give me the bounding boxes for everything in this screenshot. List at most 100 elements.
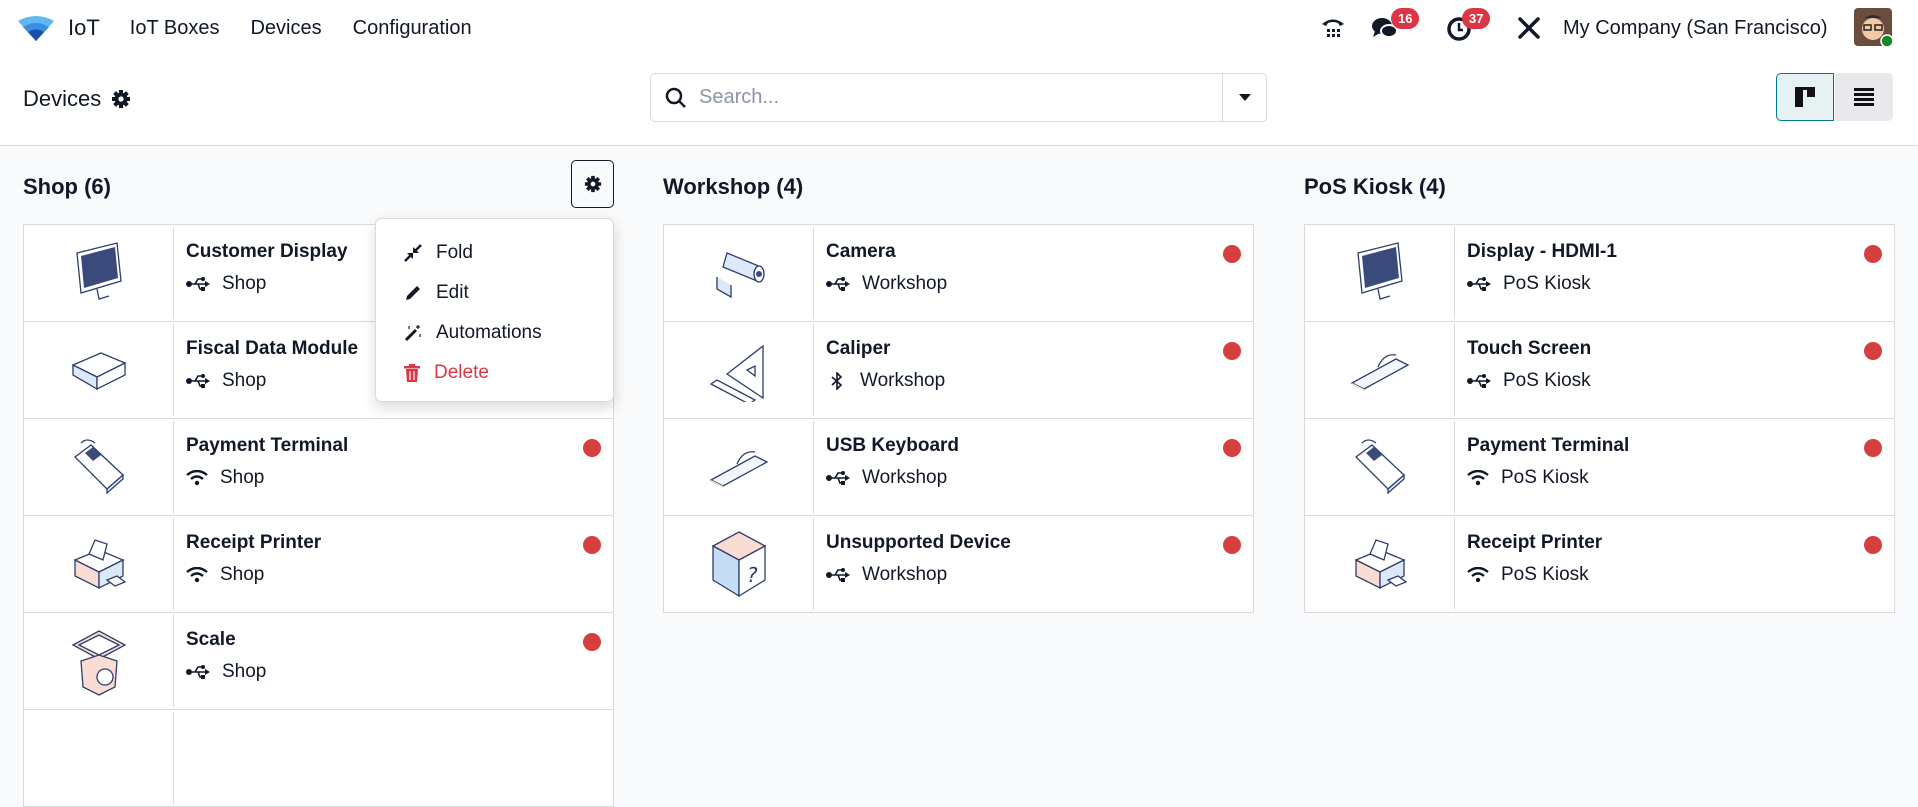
device-location: Workshop (862, 467, 948, 488)
device-location: Workshop (862, 564, 948, 585)
control-panel: Devices (0, 56, 1918, 146)
app-home[interactable]: IoT (18, 15, 130, 41)
usb-icon (1467, 373, 1491, 389)
terminal-device-image (24, 421, 174, 513)
device-name: Customer Display (186, 241, 348, 262)
device-card[interactable]: ? Unsupported Device Workshop (664, 516, 1253, 613)
usb-icon (186, 664, 210, 680)
company-switcher[interactable]: My Company (San Francisco) (1563, 0, 1828, 56)
pencil-icon (406, 286, 420, 300)
unknown-device-image: ? (664, 518, 814, 610)
activities-button[interactable]: 37 (1446, 0, 1506, 56)
search-icon (665, 87, 686, 108)
column-title[interactable]: Workshop (4) (663, 160, 1254, 214)
menu-iot-boxes[interactable]: IoT Boxes (130, 17, 220, 40)
device-location: Shop (222, 273, 267, 294)
svg-text:?: ? (747, 563, 758, 587)
phone-icon (1322, 19, 1344, 37)
dropdown-label: Automations (436, 322, 542, 343)
terminal-device-image (1305, 421, 1455, 513)
device-card[interactable]: Payment Terminal PoS Kiosk (1305, 419, 1894, 516)
device-location: Shop (220, 564, 265, 585)
messages-button[interactable]: 16 (1371, 0, 1431, 56)
device-name: USB Keyboard (826, 435, 960, 456)
status-dot (1223, 245, 1241, 263)
activities-badge: 37 (1462, 8, 1491, 29)
camera-device-image (664, 227, 814, 319)
device-location: Shop (222, 661, 267, 682)
avatar-image (1854, 8, 1894, 48)
device-location: Workshop (860, 370, 946, 391)
device-card[interactable]: Camera Workshop (664, 225, 1253, 322)
usb-icon (186, 373, 210, 389)
device-name: Payment Terminal (186, 435, 349, 456)
user-avatar[interactable] (1854, 0, 1894, 56)
device-location: PoS Kiosk (1501, 564, 1589, 585)
status-dot (583, 633, 601, 651)
device-card[interactable]: Caliper Workshop (664, 322, 1253, 419)
dropdown-label: Delete (434, 362, 489, 383)
device-location: PoS Kiosk (1503, 273, 1591, 294)
menu-configuration[interactable]: Configuration (353, 17, 472, 40)
device-card[interactable]: Receipt Printer PoS Kiosk (1305, 516, 1894, 613)
list-view-button[interactable] (1835, 73, 1893, 121)
device-card[interactable]: Display - HDMI-1 PoS Kiosk (1305, 225, 1894, 322)
status-dot (1864, 245, 1882, 263)
tools-icon (1518, 17, 1540, 39)
status-dot (583, 536, 601, 554)
device-location: PoS Kiosk (1501, 467, 1589, 488)
dropdown-item-automations[interactable]: Automations (376, 313, 613, 353)
monitor-device-image (1305, 227, 1455, 319)
device-location: PoS Kiosk (1503, 370, 1591, 391)
device-card[interactable]: USB Keyboard Workshop (664, 419, 1253, 516)
device-name: Display - HDMI-1 (1467, 241, 1617, 262)
device-name: Unsupported Device (826, 532, 1011, 553)
device-name: Touch Screen (1467, 338, 1592, 359)
scale-device-image (24, 615, 174, 707)
status-dot (1223, 439, 1241, 457)
debug-tools-button[interactable] (1517, 0, 1541, 56)
printer-device-image (24, 518, 174, 610)
status-dot (1223, 342, 1241, 360)
status-dot (1864, 439, 1882, 457)
kanban-column-pos-kiosk: PoS Kiosk (4) Display - HDMI-1 PoS Kiosk… (1304, 160, 1895, 613)
device-card[interactable]: Scale Shop (24, 613, 613, 710)
search-bar (650, 73, 1267, 122)
iot-logo-icon (18, 16, 54, 41)
wifi-icon (186, 567, 208, 583)
kanban-view-button[interactable] (1776, 73, 1834, 121)
phone-button[interactable] (1320, 0, 1346, 56)
device-card[interactable]: Receipt Printer Shop (24, 516, 613, 613)
usb-icon (826, 470, 850, 486)
column-config-dropdown: Fold Edit Automations Delete (375, 218, 614, 402)
device-card[interactable] (24, 710, 613, 807)
column-config-button[interactable] (571, 160, 614, 208)
dropdown-item-fold[interactable]: Fold (376, 233, 613, 273)
status-dot (1864, 342, 1882, 360)
trash-icon (404, 364, 420, 382)
device-location: Shop (222, 370, 267, 391)
list-icon (1854, 88, 1874, 106)
keyboard-device-image (664, 421, 814, 513)
dropdown-item-delete[interactable]: Delete (376, 353, 613, 393)
dropdown-item-edit[interactable]: Edit (376, 273, 613, 313)
compress-icon (404, 244, 422, 262)
device-name: Scale (186, 629, 236, 650)
device-name: Payment Terminal (1467, 435, 1630, 456)
device-card[interactable]: Touch Screen PoS Kiosk (1305, 322, 1894, 419)
usb-icon (826, 276, 850, 292)
wifi-icon (186, 470, 208, 486)
wifi-icon (1467, 567, 1489, 583)
device-card[interactable]: Payment Terminal Shop (24, 419, 613, 516)
printer-device-image (1305, 518, 1455, 610)
gear-icon[interactable] (111, 89, 131, 109)
column-title[interactable]: PoS Kiosk (4) (1304, 160, 1895, 214)
status-dot (583, 439, 601, 457)
device-location: Workshop (862, 273, 948, 294)
search-input[interactable] (699, 86, 1199, 109)
device-name: Caliper (826, 338, 891, 359)
search-options-toggle[interactable] (1222, 74, 1266, 121)
menu-devices[interactable]: Devices (250, 17, 321, 40)
device-name: Camera (826, 241, 896, 262)
column-title[interactable]: Shop (6) (23, 160, 614, 214)
